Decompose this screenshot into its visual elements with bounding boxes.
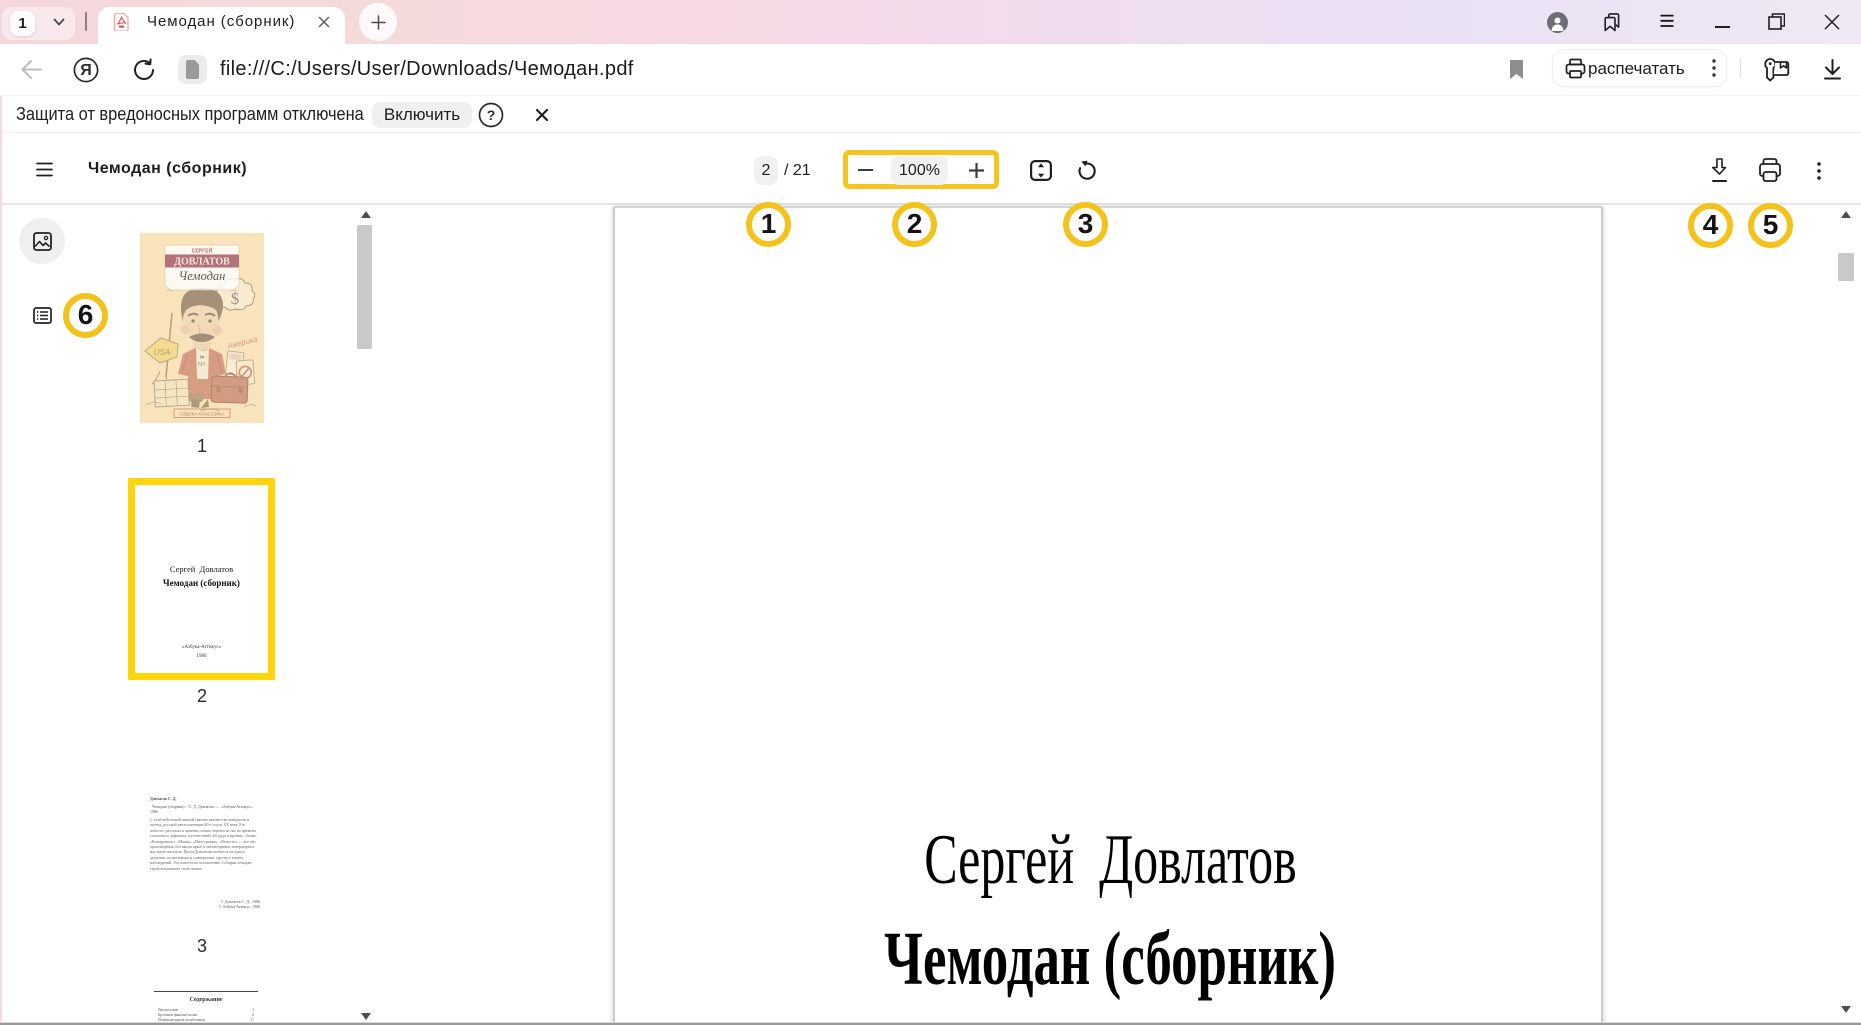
svg-text:I♥: I♥ <box>200 355 205 361</box>
svg-text:$: $ <box>231 289 240 308</box>
svg-text:СЕРГЕЙ: СЕРГЕЙ <box>192 247 213 255</box>
svg-text:ДОВЛАТОВ: ДОВЛАТОВ <box>174 257 230 268</box>
svg-text:Чемодан: Чемодан <box>179 269 226 283</box>
svg-text:NY: NY <box>198 362 206 368</box>
svg-text:?: ? <box>487 107 496 123</box>
svg-text:Я: Я <box>80 62 92 79</box>
svg-text:USA: USA <box>154 348 170 357</box>
svg-text:АЗБУКА КЛАССИКА: АЗБУКА КЛАССИКА <box>180 412 226 418</box>
